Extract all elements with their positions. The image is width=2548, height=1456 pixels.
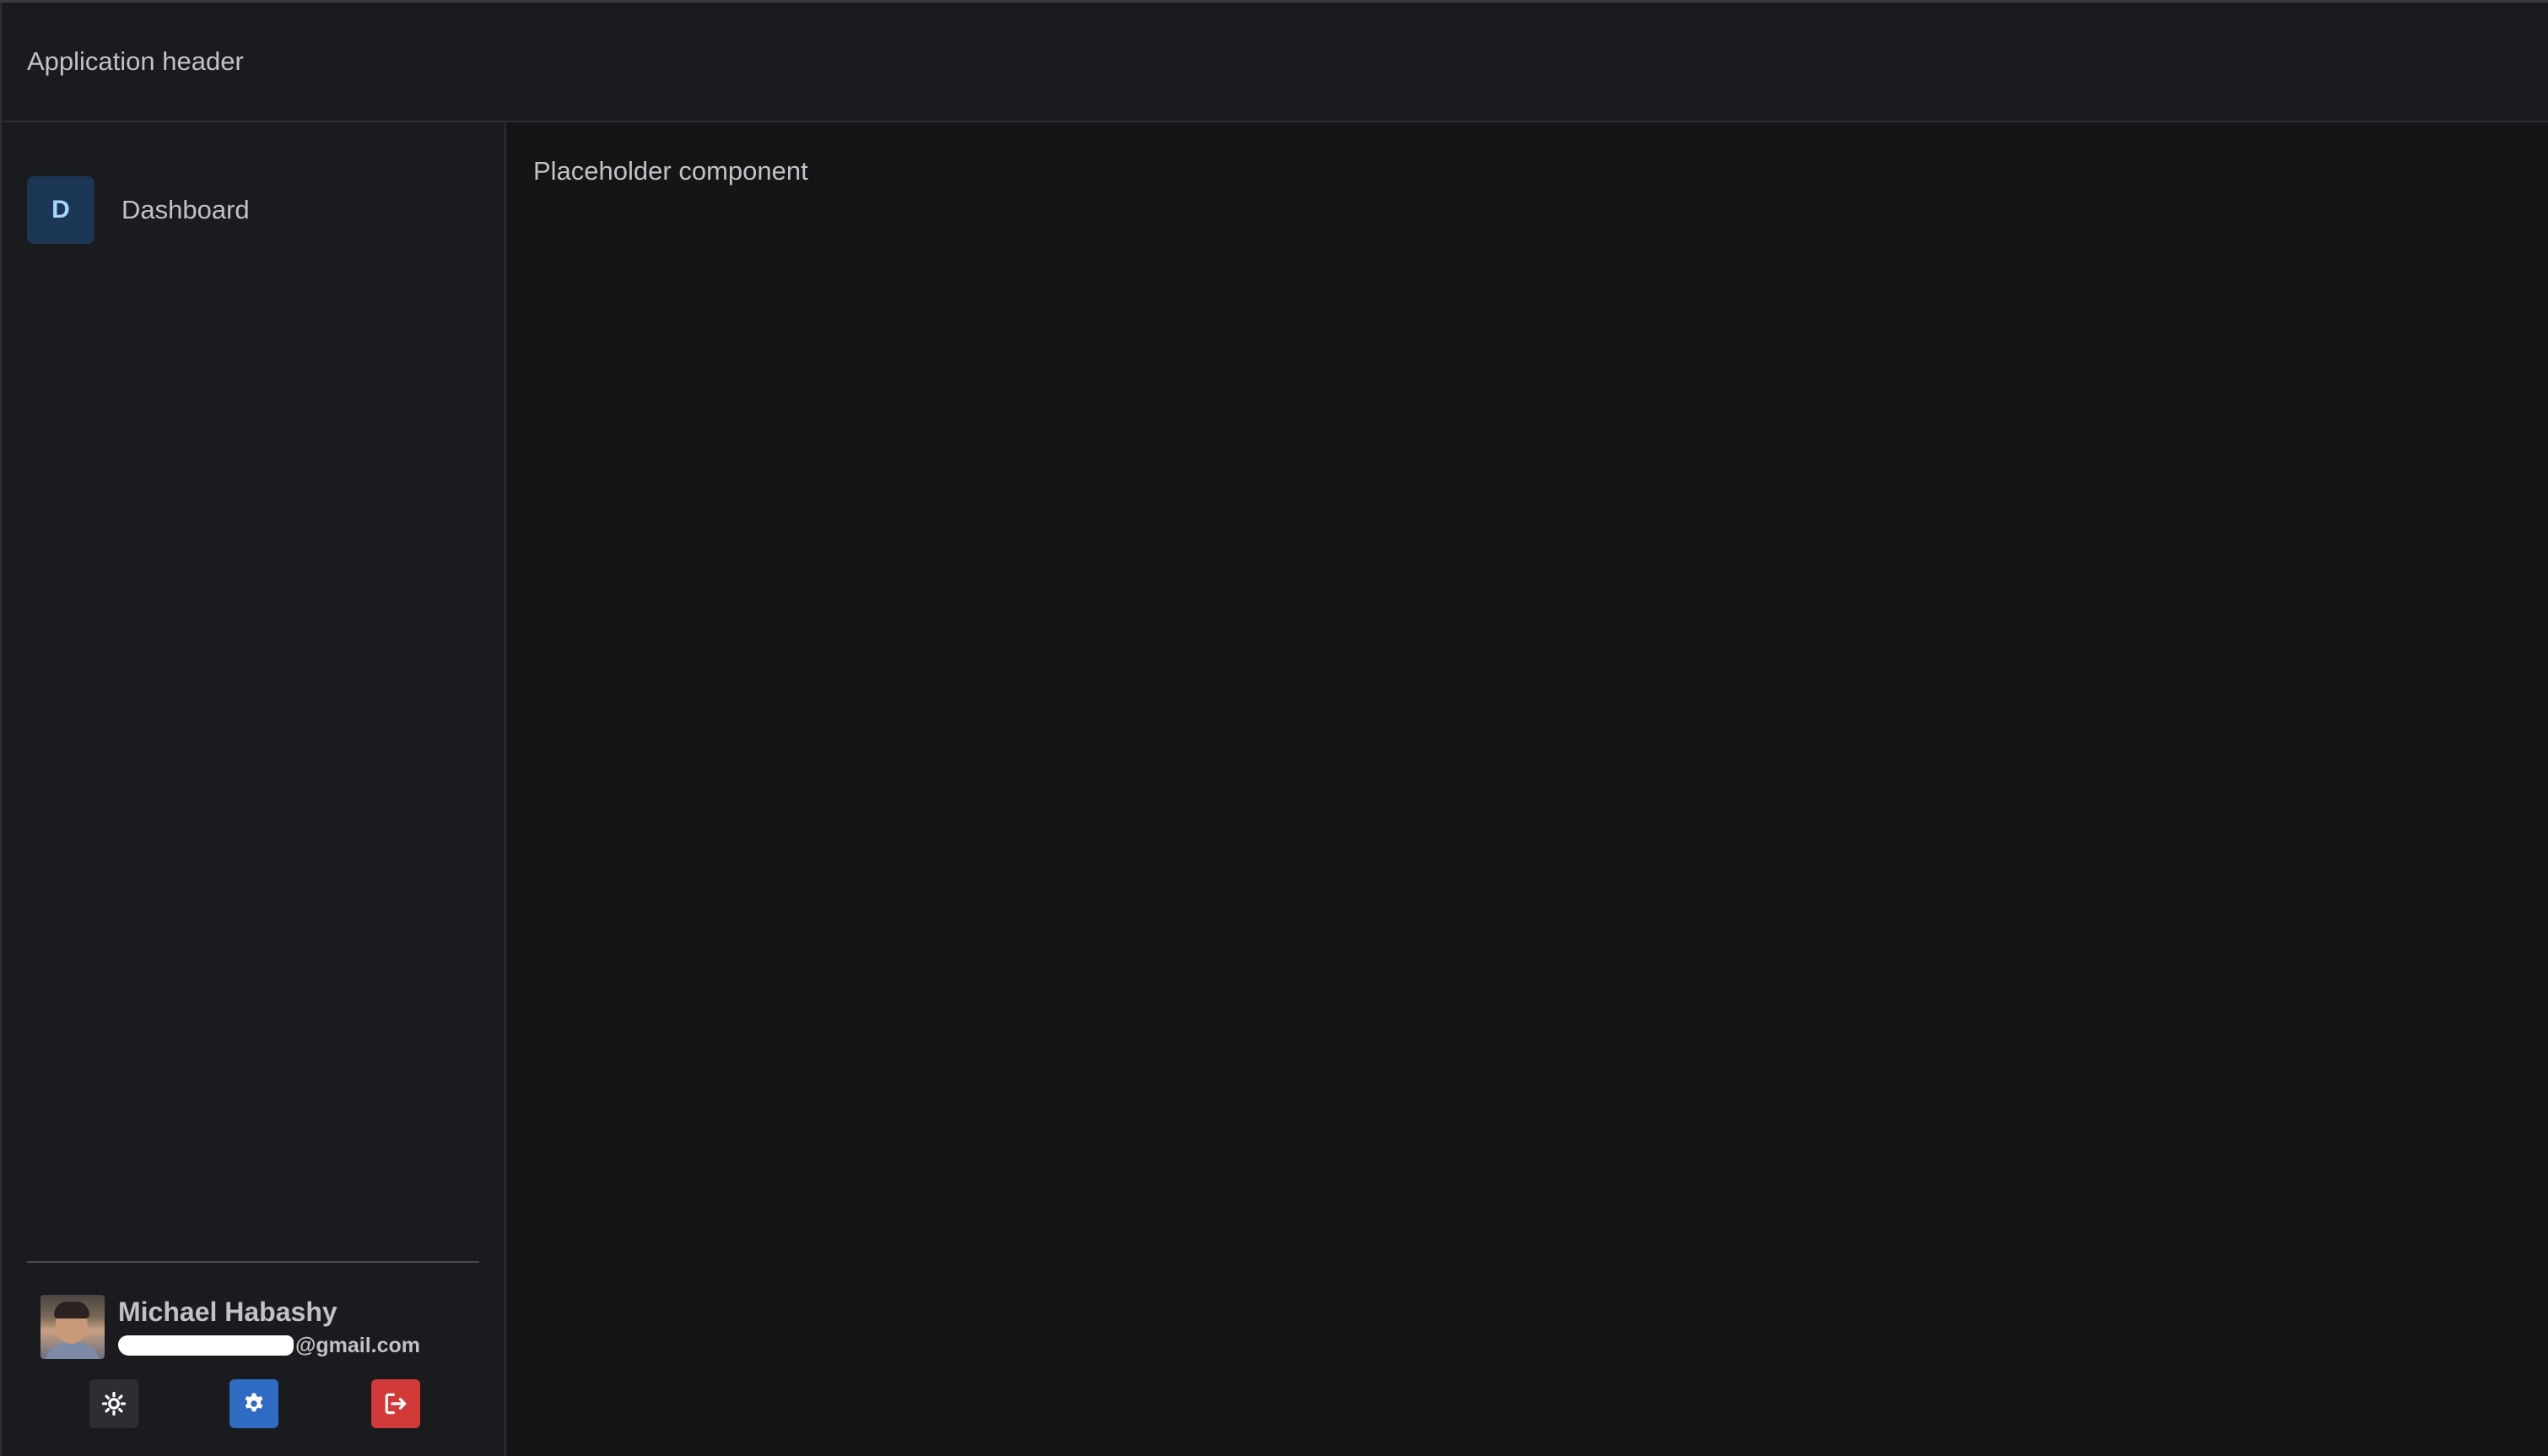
sun-icon xyxy=(101,1391,127,1416)
header-title: Application header xyxy=(27,46,244,76)
main-content: Placeholder component xyxy=(506,122,2548,1456)
sidebar-footer: Michael Habashy @gmail.com xyxy=(27,1261,479,1455)
sidebar-item-dashboard[interactable]: D Dashboard xyxy=(27,176,479,244)
app-header: Application header xyxy=(2,3,2548,122)
logout-icon xyxy=(385,1393,407,1415)
avatar xyxy=(40,1295,105,1359)
sidebar-actions xyxy=(27,1379,479,1428)
user-info: Michael Habashy @gmail.com xyxy=(118,1296,420,1358)
email-domain: @gmail.com xyxy=(295,1334,421,1357)
user-name: Michael Habashy xyxy=(118,1297,337,1327)
email-redaction xyxy=(118,1335,294,1356)
gear-icon xyxy=(245,1393,263,1412)
sidebar: D Dashboard Michael Habashy @gmail.com xyxy=(2,122,506,1456)
placeholder-component: Placeholder component xyxy=(533,156,808,186)
theme-toggle-button[interactable] xyxy=(89,1379,138,1428)
user-profile[interactable]: Michael Habashy @gmail.com xyxy=(40,1295,420,1359)
settings-button[interactable] xyxy=(229,1379,278,1428)
sidebar-item-label: Dashboard xyxy=(121,195,250,224)
dashboard-badge: D xyxy=(27,176,94,244)
logout-button[interactable] xyxy=(371,1379,420,1428)
user-email: @gmail.com xyxy=(118,1333,420,1358)
app-shell: Application header D Dashboard Michael H… xyxy=(0,0,2548,1456)
